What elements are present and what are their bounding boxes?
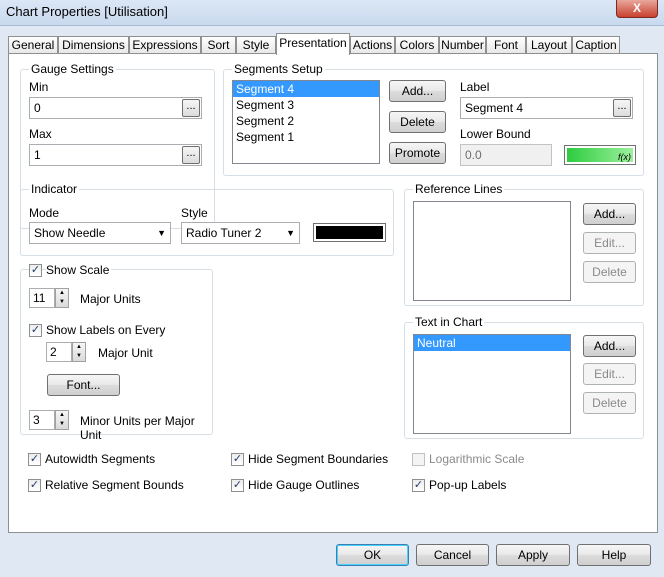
segments-setup-legend: Segments Setup [232, 62, 325, 76]
tab-expressions[interactable]: Expressions [129, 36, 201, 54]
chevron-down-icon: ▼ [286, 228, 295, 238]
delete-text-button[interactable]: Delete [583, 392, 636, 414]
indicator-legend: Indicator [29, 182, 80, 196]
gauge-settings-legend: Gauge Settings [29, 62, 116, 76]
list-item[interactable]: Segment 2 [233, 113, 379, 129]
edit-reference-line-button[interactable]: Edit... [583, 232, 636, 254]
list-item[interactable]: Segment 4 [233, 81, 379, 97]
tab-colors[interactable]: Colors [395, 36, 439, 54]
segment-label-input[interactable]: Segment 4 [460, 97, 633, 119]
hide-outlines-label: Hide Gauge Outlines [248, 478, 360, 492]
lower-bound-input[interactable]: 0.0 [460, 144, 552, 166]
major-units-label: Major Units [80, 292, 141, 306]
max-label: Max [29, 127, 52, 141]
delete-segment-button[interactable]: Delete [389, 111, 446, 133]
indicator-group: Indicator Mode Show Needle ▼ Style Radio… [20, 182, 394, 256]
reference-lines-list[interactable] [413, 201, 571, 301]
add-segment-button[interactable]: Add... [389, 80, 446, 102]
promote-segment-button[interactable]: Promote [389, 142, 446, 164]
lower-bound-caption: Lower Bound [460, 127, 531, 141]
segments-setup-group: Segments Setup Segment 4 Segment 3 Segme… [223, 62, 644, 176]
minor-units-spinner[interactable]: ▲ ▼ [55, 410, 69, 430]
hide-boundaries-checkbox[interactable]: ✓ [231, 453, 244, 466]
min-expression-button[interactable]: ... [182, 99, 200, 117]
relative-bounds-checkbox[interactable]: ✓ [28, 479, 41, 492]
text-in-chart-legend: Text in Chart [413, 315, 485, 329]
segment-label-caption: Label [460, 80, 490, 94]
apply-button[interactable]: Apply [496, 544, 570, 566]
close-button[interactable]: X [616, 0, 658, 18]
scale-group: ✓ Show Scale 11 ▲ ▼ Major Units ✓ Show La… [20, 263, 213, 442]
major-units-input[interactable]: 11 [29, 288, 55, 308]
labels-every-input[interactable]: 2 [46, 342, 72, 362]
add-reference-line-button[interactable]: Add... [583, 203, 636, 225]
autowidth-segments-checkbox[interactable]: ✓ [28, 453, 41, 466]
relative-bounds-label: Relative Segment Bounds [45, 478, 184, 492]
segment-label-expression-button[interactable]: ... [613, 99, 631, 117]
labels-every-label: Major Unit [98, 346, 153, 360]
add-text-button[interactable]: Add... [583, 335, 636, 357]
hide-boundaries-label: Hide Segment Boundaries [248, 452, 389, 466]
style-label: Style [181, 206, 208, 220]
hide-outlines-checkbox[interactable]: ✓ [231, 479, 244, 492]
segment-color-button[interactable]: f(x) [564, 145, 636, 165]
tab-caption[interactable]: Caption [572, 36, 620, 54]
list-item[interactable]: Neutral [414, 335, 570, 351]
title-bar: Chart Properties [Utilisation] X [0, 0, 664, 26]
tab-actions[interactable]: Actions [350, 36, 395, 54]
show-labels-checkbox[interactable]: ✓ [29, 324, 42, 337]
list-item[interactable]: Segment 3 [233, 97, 379, 113]
text-in-chart-group: Text in Chart Neutral Add... Edit... Del… [404, 315, 644, 439]
chevron-down-icon: ▼ [157, 228, 166, 238]
delete-reference-line-button[interactable]: Delete [583, 261, 636, 283]
font-button[interactable]: Font... [47, 374, 120, 396]
segments-list[interactable]: Segment 4 Segment 3 Segment 2 Segment 1 [232, 80, 380, 164]
labels-every-spinner[interactable]: ▲ ▼ [72, 342, 86, 362]
autowidth-segments-label: Autowidth Segments [45, 452, 156, 466]
text-in-chart-list[interactable]: Neutral [413, 334, 571, 434]
edit-text-button[interactable]: Edit... [583, 363, 636, 385]
major-units-spinner[interactable]: ▲ ▼ [55, 288, 69, 308]
indicator-color-swatch [316, 226, 383, 239]
tab-layout[interactable]: Layout [526, 36, 572, 54]
tab-presentation[interactable]: Presentation [276, 33, 350, 55]
indicator-color-button[interactable] [313, 223, 386, 242]
mode-label: Mode [29, 206, 60, 220]
tab-font[interactable]: Font [486, 36, 526, 54]
list-item[interactable]: Segment 1 [233, 129, 379, 145]
logarithmic-scale-label: Logarithmic Scale [429, 452, 525, 466]
minor-units-label: Minor Units per Major Unit [80, 414, 195, 442]
minor-units-input[interactable]: 3 [29, 410, 55, 430]
ok-button[interactable]: OK [336, 544, 409, 566]
help-button[interactable]: Help [577, 544, 651, 566]
tab-dimensions[interactable]: Dimensions [58, 36, 129, 54]
min-input[interactable]: 0 [29, 97, 202, 119]
mode-select[interactable]: Show Needle ▼ [29, 222, 171, 244]
show-scale-label: Show Scale [46, 263, 112, 277]
show-labels-label: Show Labels on Every [46, 323, 166, 337]
window-title: Chart Properties [Utilisation] [6, 4, 168, 19]
reference-lines-legend: Reference Lines [413, 182, 505, 196]
style-select[interactable]: Radio Tuner 2 ▼ [181, 222, 300, 244]
reference-lines-group: Reference Lines Add... Edit... Delete [404, 182, 644, 306]
tab-general[interactable]: General [8, 36, 58, 54]
min-label: Min [29, 80, 49, 94]
show-scale-checkbox[interactable]: ✓ [29, 264, 42, 277]
popup-labels-label: Pop-up Labels [429, 478, 507, 492]
tab-style[interactable]: Style [236, 36, 276, 54]
tab-sort[interactable]: Sort [201, 36, 236, 54]
style-value: Radio Tuner 2 [186, 226, 262, 240]
presentation-panel: Gauge Settings Min 0 ... Max 1 ... Segme… [8, 53, 658, 533]
tab-bar: General Dimensions Expressions Sort Styl… [8, 33, 658, 55]
mode-value: Show Needle [34, 226, 106, 240]
max-expression-button[interactable]: ... [182, 146, 200, 164]
logarithmic-scale-checkbox[interactable] [412, 453, 425, 466]
cancel-button[interactable]: Cancel [416, 544, 489, 566]
popup-labels-checkbox[interactable]: ✓ [412, 479, 425, 492]
fx-icon: f(x) [618, 152, 631, 162]
max-input[interactable]: 1 [29, 144, 202, 166]
tab-number[interactable]: Number [439, 36, 486, 54]
